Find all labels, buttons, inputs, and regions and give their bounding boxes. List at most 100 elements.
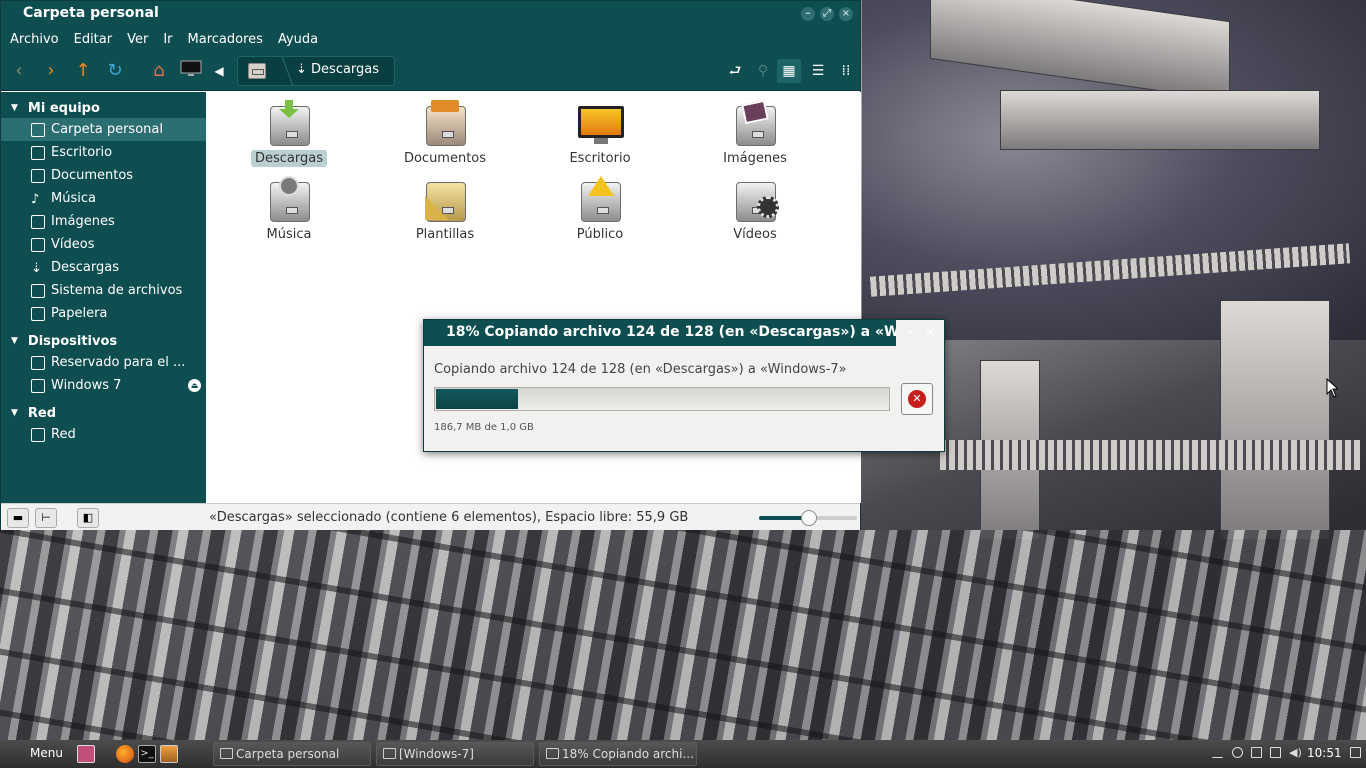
expand-triangle-icon: ▼ xyxy=(11,336,18,346)
drive-icon[interactable] xyxy=(1251,747,1262,758)
eject-icon[interactable]: ⏏ xyxy=(188,379,201,392)
search-icon[interactable]: ⚲ xyxy=(751,59,775,83)
show-tree-icon[interactable]: ⊢ xyxy=(35,508,57,528)
hide-sidebar-icon[interactable]: ◧ xyxy=(77,508,99,528)
sidebar-item-musica[interactable]: ♪ Música xyxy=(1,187,206,210)
menu-ayuda[interactable]: Ayuda xyxy=(278,32,318,47)
status-bar: ▬ ⊢ ◧ «Descargas» seleccionado (contiene… xyxy=(1,503,860,530)
menu-ver[interactable]: Ver xyxy=(127,32,148,47)
close-button[interactable]: × xyxy=(925,325,936,340)
taskbar: Menu >_ Carpeta personal [Windows-7] 18%… xyxy=(0,740,1366,768)
folder-icon xyxy=(383,748,396,759)
sidebar-section-dispositivos[interactable]: ▼ Dispositivos xyxy=(1,325,206,351)
network-icon xyxy=(31,427,45,442)
desktop-icon xyxy=(31,145,45,160)
sidebar-item-papelera[interactable]: Papelera xyxy=(1,302,206,325)
menu-marcadores[interactable]: Marcadores xyxy=(188,32,263,47)
maximize-button[interactable]: ⤢ xyxy=(820,7,834,21)
zoom-slider-handle[interactable] xyxy=(801,510,817,526)
folder-plantillas[interactable]: Plantillas xyxy=(395,176,495,243)
folder-label: Descargas xyxy=(250,150,327,167)
home-folder-icon xyxy=(31,122,45,137)
folder-documentos[interactable]: Documentos xyxy=(395,100,495,167)
sidebar-item-carpeta-personal[interactable]: Carpeta personal xyxy=(1,118,206,141)
notifications-icon[interactable] xyxy=(1350,747,1361,758)
sidebar-item-label: Vídeos xyxy=(51,237,95,252)
toolbar: ‹ › ↑ ↻ ⌂ ◀ ⇣ Descargas ⮐ ⚲ ▦ ☰ ⁞⁞ xyxy=(1,51,860,91)
copy-progress-bar xyxy=(434,387,890,411)
breadcrumb-current[interactable]: ⇣ Descargas xyxy=(296,62,379,77)
chevron-right-icon[interactable]: › xyxy=(39,59,63,83)
monitor-icon[interactable] xyxy=(179,59,203,83)
menu-ir[interactable]: Ir xyxy=(163,32,172,47)
minimize-button[interactable]: – xyxy=(907,325,914,340)
wallpaper-structure xyxy=(1220,300,1330,540)
sidebar-section-mi-equipo[interactable]: ▼ Mi equipo xyxy=(1,92,206,118)
dialog-message: Copiando archivo 124 de 128 (en «Descarg… xyxy=(434,362,847,377)
sidebar-item-red[interactable]: Red xyxy=(1,423,206,446)
firefox-icon[interactable] xyxy=(116,745,134,763)
sidebar-item-label: Sistema de archivos xyxy=(51,283,183,298)
trash-icon xyxy=(31,306,45,321)
minimize-button[interactable]: – xyxy=(801,7,815,21)
user-icon[interactable] xyxy=(1232,747,1243,758)
mouse-cursor-icon xyxy=(1326,378,1338,398)
window-title: Carpeta personal xyxy=(23,5,159,21)
task-label: 18% Copiando archi... xyxy=(562,747,694,761)
chevron-left-icon[interactable]: ‹ xyxy=(7,59,31,83)
breadcrumb-current-label: Descargas xyxy=(311,62,380,77)
folder-home-icon[interactable] xyxy=(248,63,266,79)
triangle-left-icon[interactable]: ◀ xyxy=(207,59,231,83)
show-desktop-icon[interactable] xyxy=(77,745,95,763)
sidebar-item-label: Carpeta personal xyxy=(51,122,163,137)
expand-triangle-icon: ▼ xyxy=(11,103,18,113)
keyboard-icon[interactable] xyxy=(1212,747,1223,758)
copy-progress-fill xyxy=(436,389,518,409)
folder-videos[interactable]: Vídeos xyxy=(705,176,805,243)
dialog-title: 18% Copiando archivo 124 de 128 (en «Des… xyxy=(446,324,896,340)
folder-escritorio[interactable]: Escritorio xyxy=(550,100,650,167)
reload-icon[interactable]: ↻ xyxy=(103,59,127,83)
volume-icon[interactable]: ◀) xyxy=(1289,747,1302,758)
folder-musica[interactable]: Música xyxy=(239,176,339,243)
arrow-up-icon[interactable]: ↑ xyxy=(71,59,95,83)
sidebar-item-windows-7[interactable]: Windows 7 ⏏ xyxy=(1,374,206,397)
sidebar-section-red[interactable]: ▼ Red xyxy=(1,397,206,423)
folder-descargas[interactable]: Descargas xyxy=(239,100,339,167)
folder-publico[interactable]: Público xyxy=(550,176,650,243)
sidebar-item-label: Imágenes xyxy=(51,214,115,229)
menu-archivo[interactable]: Archivo xyxy=(10,32,59,47)
show-places-icon[interactable]: ▬ xyxy=(7,508,29,528)
sidebar-item-imagenes[interactable]: Imágenes xyxy=(1,210,206,233)
task-copy-progress[interactable]: 18% Copiando archi... xyxy=(539,742,697,766)
update-icon[interactable] xyxy=(1270,747,1281,758)
zoom-slider[interactable] xyxy=(759,510,857,526)
compact-view-icon[interactable]: ⁞⁞ xyxy=(834,59,858,83)
task-carpeta-personal[interactable]: Carpeta personal xyxy=(213,742,371,766)
terminal-icon[interactable]: >_ xyxy=(138,745,156,763)
sidebar-item-reservado[interactable]: Reservado para el ... xyxy=(1,351,206,374)
sidebar-item-label: Descargas xyxy=(51,260,120,275)
sidebar-item-videos[interactable]: Vídeos xyxy=(1,233,206,256)
window-titlebar[interactable]: Carpeta personal – ⤢ × xyxy=(1,1,860,27)
list-view-icon[interactable]: ☰ xyxy=(806,59,830,83)
folder-imagenes[interactable]: Imágenes xyxy=(705,99,805,167)
sidebar-item-escritorio[interactable]: Escritorio xyxy=(1,141,206,164)
sidebar-item-documentos[interactable]: Documentos xyxy=(1,164,206,187)
sidebar-item-sistema-de-archivos[interactable]: Sistema de archivos xyxy=(1,279,206,302)
folder-icon xyxy=(546,748,559,759)
home-icon[interactable]: ⌂ xyxy=(147,59,171,83)
grid-view-icon[interactable]: ▦ xyxy=(777,59,801,83)
dialog-titlebar[interactable]: 18% Copiando archivo 124 de 128 (en «Des… xyxy=(424,320,896,346)
task-windows-7[interactable]: [Windows-7] xyxy=(376,742,534,766)
sidebar-item-label: Música xyxy=(51,191,96,206)
sidebar-item-descargas[interactable]: ⇣ Descargas xyxy=(1,256,206,279)
file-manager-icon[interactable] xyxy=(160,745,178,763)
folder-icon xyxy=(220,748,233,759)
close-button[interactable]: × xyxy=(839,7,853,21)
menu-editar[interactable]: Editar xyxy=(74,32,113,47)
pathbar-toggle-icon[interactable]: ⮐ xyxy=(723,59,747,83)
start-menu-button[interactable]: Menu xyxy=(30,746,63,760)
cancel-copy-button[interactable]: ✕ xyxy=(901,383,933,415)
sidebar-item-label: Documentos xyxy=(51,168,134,183)
